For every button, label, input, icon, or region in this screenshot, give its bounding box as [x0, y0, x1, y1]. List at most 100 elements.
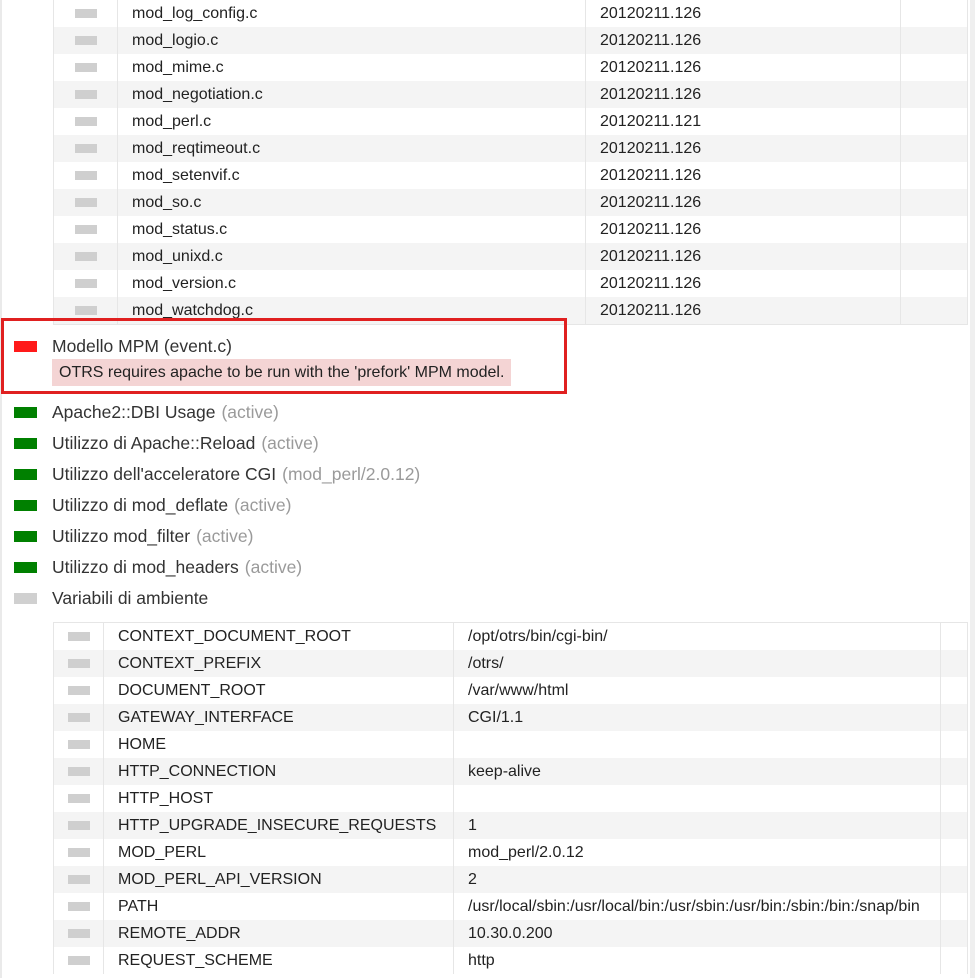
table-row: mod_mime.c 20120211.126 — [53, 54, 968, 81]
status-info-icon — [14, 592, 37, 604]
right-scrollbar-track[interactable] — [970, 0, 975, 978]
module-name: mod_logio.c — [117, 27, 586, 54]
status-led — [67, 821, 90, 830]
table-row: mod_reqtimeout.c 20120211.126 — [53, 135, 968, 162]
env-value: mod_perl/2.0.12 — [453, 839, 941, 866]
empty-cell — [940, 920, 968, 947]
status-led — [67, 659, 90, 668]
module-version: 20120211.126 — [585, 189, 901, 216]
row-status-indicator — [53, 189, 118, 216]
table-row: mod_perl.c 20120211.121 — [53, 108, 968, 135]
env-value: keep-alive — [453, 758, 941, 785]
table-row: mod_unixd.c 20120211.126 — [53, 243, 968, 270]
module-version: 20120211.121 — [585, 108, 901, 135]
row-status-indicator — [53, 27, 118, 54]
status-led — [74, 144, 97, 153]
empty-cell — [940, 839, 968, 866]
table-row: mod_log_config.c 20120211.126 — [53, 0, 968, 27]
status-led — [74, 90, 97, 99]
table-row: GATEWAY_INTERFACE CGI/1.1 — [53, 704, 968, 731]
env-key: REMOTE_ADDR — [103, 920, 454, 947]
env-value — [453, 785, 941, 812]
empty-cell — [900, 243, 968, 270]
empty-cell — [900, 270, 968, 297]
empty-cell — [900, 54, 968, 81]
status-led — [67, 686, 90, 695]
env-key: CONTEXT_DOCUMENT_ROOT — [103, 622, 454, 650]
status-led — [74, 225, 97, 234]
table-row: HTTP_HOST — [53, 785, 968, 812]
environment-variables-body: CONTEXT_DOCUMENT_ROOT /opt/otrs/bin/cgi-… — [53, 622, 968, 974]
module-name: mod_setenvif.c — [117, 162, 586, 189]
status-ok-icon — [14, 437, 37, 449]
env-value: /usr/local/sbin:/usr/local/bin:/usr/sbin… — [453, 893, 941, 920]
empty-cell — [900, 108, 968, 135]
row-status-indicator — [53, 677, 104, 704]
table-row: mod_version.c 20120211.126 — [53, 270, 968, 297]
table-row: HTTP_CONNECTION keep-alive — [53, 758, 968, 785]
empty-cell — [940, 650, 968, 677]
row-status-indicator — [53, 135, 118, 162]
check-value: (mod_perl/2.0.12) — [282, 463, 421, 484]
table-row: HOME — [53, 731, 968, 758]
status-led — [67, 875, 90, 884]
status-led — [67, 794, 90, 803]
check-value: (event.c) — [163, 335, 232, 356]
status-led — [67, 956, 90, 965]
left-border — [0, 0, 2, 978]
empty-cell — [940, 731, 968, 758]
status-led — [74, 171, 97, 180]
module-version: 20120211.126 — [585, 243, 901, 270]
module-version: 20120211.126 — [585, 270, 901, 297]
empty-cell — [940, 893, 968, 920]
environment-variables-table: CONTEXT_DOCUMENT_ROOT /opt/otrs/bin/cgi-… — [53, 622, 968, 974]
table-row: REMOTE_ADDR 10.30.0.200 — [53, 920, 968, 947]
check-label: Utilizzo dell'acceleratore CGI (mod_perl/… — [52, 463, 421, 484]
empty-cell — [940, 758, 968, 785]
status-error-icon — [14, 340, 37, 352]
check-value: (active) — [221, 401, 279, 422]
env-key: HTTP_HOST — [103, 785, 454, 812]
module-version: 20120211.126 — [585, 135, 901, 162]
module-name: mod_log_config.c — [117, 0, 586, 27]
empty-cell — [900, 297, 968, 325]
check-label: Apache2::DBI Usage (active) — [52, 401, 279, 422]
env-key: CONTEXT_PREFIX — [103, 650, 454, 677]
error-message: OTRS requires apache to be run with the … — [52, 359, 512, 386]
row-status-indicator — [53, 162, 118, 189]
module-name: mod_negotiation.c — [117, 81, 586, 108]
env-key: GATEWAY_INTERFACE — [103, 704, 454, 731]
status-led — [67, 902, 90, 911]
status-led — [67, 929, 90, 938]
table-row: mod_setenvif.c 20120211.126 — [53, 162, 968, 189]
table-row: REQUEST_SCHEME http — [53, 947, 968, 974]
module-version: 20120211.126 — [585, 27, 901, 54]
status-led — [74, 306, 97, 315]
row-status-indicator — [53, 812, 104, 839]
check-value: (active) — [234, 494, 292, 515]
env-key: REQUEST_SCHEME — [103, 947, 454, 974]
row-status-indicator — [53, 731, 104, 758]
status-ok-icon — [14, 499, 37, 511]
empty-cell — [940, 866, 968, 893]
check-value: (active) — [196, 525, 254, 546]
status-led — [67, 740, 90, 749]
env-key: HOME — [103, 731, 454, 758]
empty-cell — [940, 622, 968, 650]
row-status-indicator — [53, 270, 118, 297]
table-row: mod_logio.c 20120211.126 — [53, 27, 968, 54]
row-status-indicator — [53, 839, 104, 866]
row-status-indicator — [53, 704, 104, 731]
env-key: HTTP_CONNECTION — [103, 758, 454, 785]
status-led — [67, 632, 90, 641]
status-led — [67, 713, 90, 722]
table-row: PATH /usr/local/sbin:/usr/local/bin:/usr… — [53, 893, 968, 920]
row-status-indicator — [53, 108, 118, 135]
row-status-indicator — [53, 650, 104, 677]
check-label: Utilizzo di Apache::Reload (active) — [52, 432, 319, 453]
apache-modules-body: mod_log_config.c 20120211.126 mod_logio.… — [53, 0, 968, 325]
check-value: (active) — [244, 556, 303, 577]
empty-cell — [940, 812, 968, 839]
status-led — [67, 767, 90, 776]
env-value: 1 — [453, 812, 941, 839]
